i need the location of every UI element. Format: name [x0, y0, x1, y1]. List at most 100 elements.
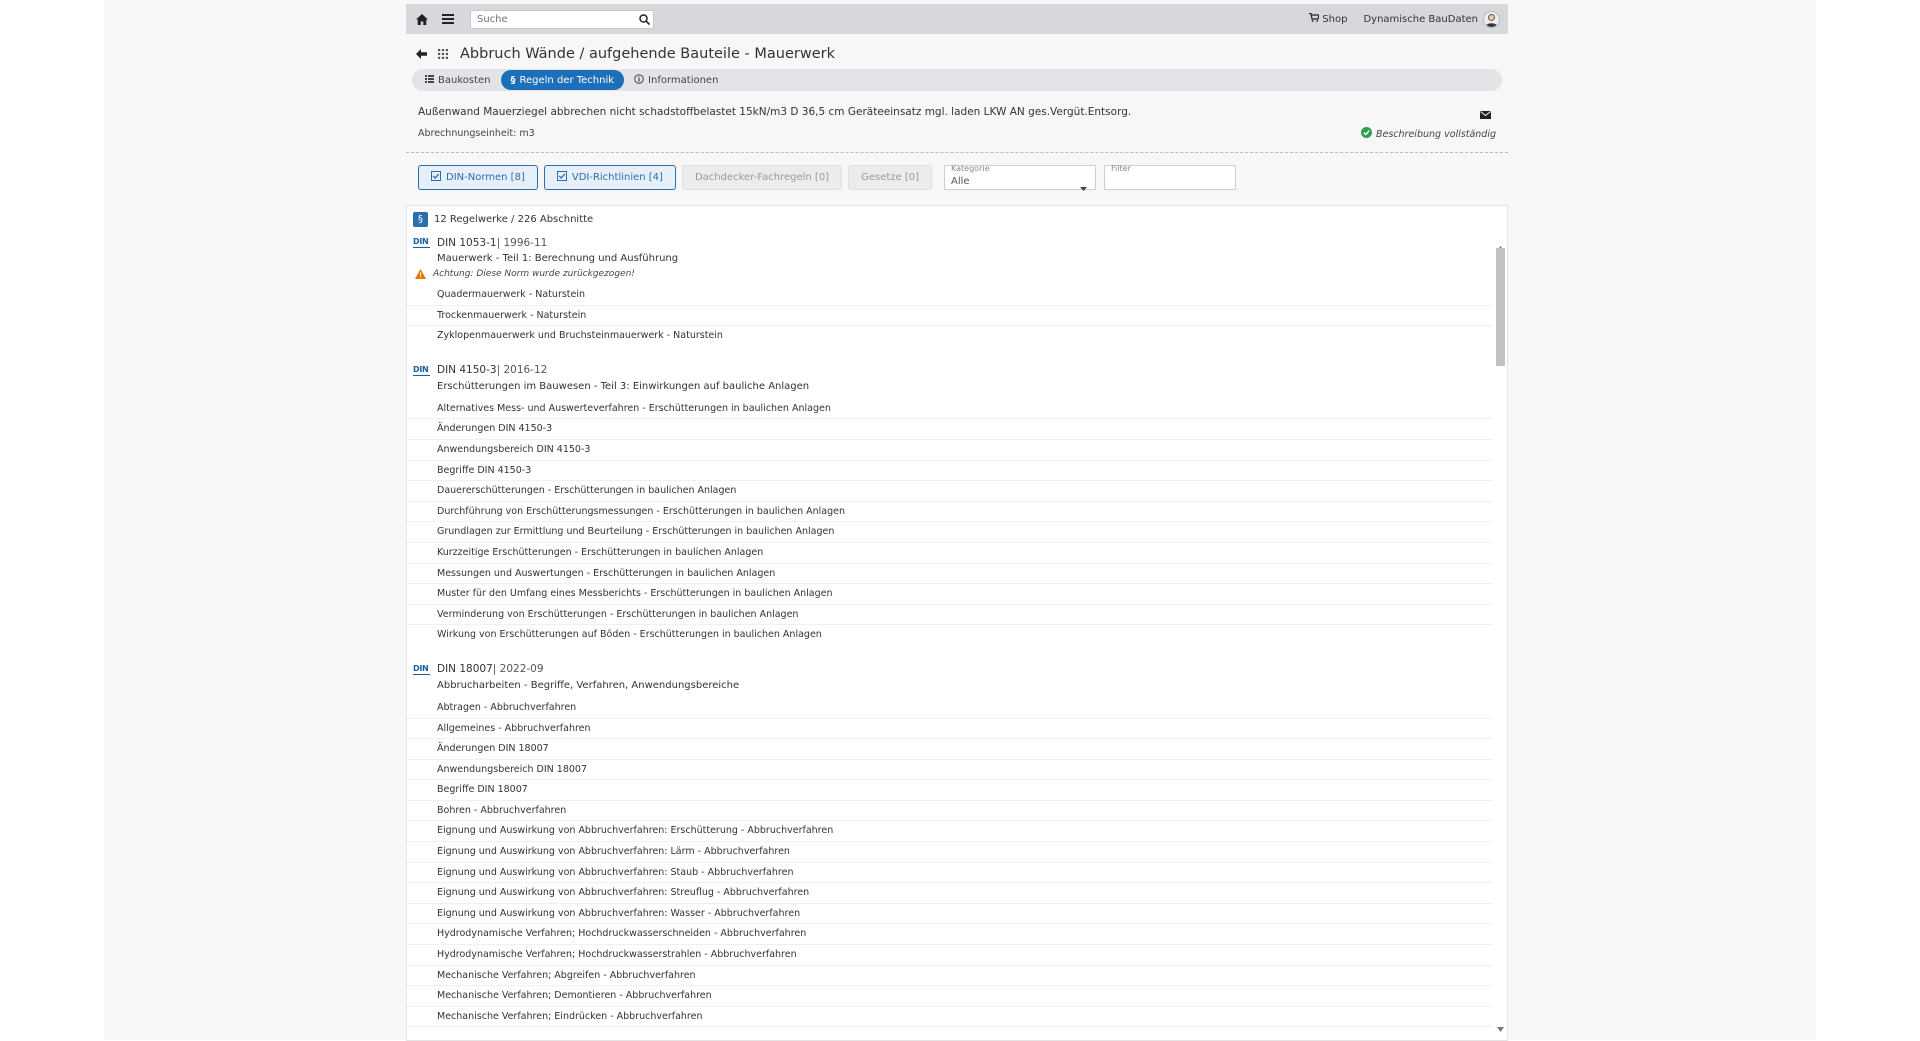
search-input[interactable] — [471, 10, 635, 28]
shop-label: Shop — [1322, 13, 1348, 25]
user-menu[interactable]: Dynamische BauDaten — [1363, 10, 1500, 28]
list-item[interactable]: Begriffe DIN 18007 — [407, 780, 1492, 801]
scrollbar-thumb[interactable] — [1496, 248, 1505, 366]
norm-warning: Achtung: Diese Norm wurde zurückgezogen! — [407, 267, 1492, 281]
back-arrow-icon[interactable] — [412, 49, 430, 59]
home-icon[interactable] — [412, 9, 432, 29]
norm-items: Quadermauerwerk - Naturstein Trockenmaue… — [407, 285, 1492, 347]
list-item[interactable]: Anwendungsbereich DIN 18007 — [407, 760, 1492, 781]
din-logo-icon: DIN — [413, 237, 430, 248]
list-item[interactable]: Mechanische Verfahren; Demontieren - Abb… — [407, 986, 1492, 1007]
search-icon[interactable] — [635, 13, 653, 25]
app-container: Shop Dynamische BauDaten Abbruch Wände /… — [406, 4, 1508, 1041]
nav-right: Shop Dynamische BauDaten — [1309, 10, 1508, 28]
shop-link[interactable]: Shop — [1309, 12, 1348, 25]
list-item[interactable]: Mechanische Verfahren; Abgreifen - Abbru… — [407, 966, 1492, 987]
norm-entry: DIN DIN 18007 | 2022-09 Abbrucharbeiten … — [407, 661, 1492, 1028]
tab-bar: Baukosten § Regeln der Technik Informati… — [412, 69, 1502, 91]
results-summary-label: 12 Regelwerke / 226 Abschnitte — [434, 214, 594, 225]
vdi-richtlinien-label: VDI-Richtlinien [4] — [571, 172, 663, 183]
list-item[interactable]: Eignung und Auswirkung von Abbruchverfah… — [407, 904, 1492, 925]
norm-header[interactable]: DIN DIN 18007 | 2022-09 — [407, 661, 1492, 678]
paragraph-badge-icon: § — [413, 212, 428, 227]
list-item[interactable]: Wirkung von Erschütterungen auf Böden - … — [407, 625, 1492, 646]
list-item[interactable]: Trockenmauerwerk - Naturstein — [407, 306, 1492, 327]
list-item[interactable]: Eignung und Auswirkung von Abbruchverfah… — [407, 842, 1492, 863]
vdi-richtlinien-toggle[interactable]: VDI-Richtlinien [4] — [543, 165, 676, 190]
avatar — [1483, 10, 1500, 28]
list-item[interactable]: Änderungen DIN 4150-3 — [407, 419, 1492, 440]
norm-list: DIN DIN 1053-1 | 1996-11 Mauerwerk - Tei… — [407, 234, 1492, 1028]
billing-unit: Abrechnungseinheit: m3 — [418, 128, 535, 139]
info-icon — [634, 73, 644, 87]
item-description: Außenwand Mauerziegel abbrechen nicht sc… — [418, 106, 1132, 118]
title-bar: Abbruch Wände / aufgehende Bauteile - Ma… — [406, 42, 835, 66]
mail-icon[interactable] — [1480, 104, 1491, 123]
norm-items: Abtragen - Abbruchverfahren Allgemeines … — [407, 698, 1492, 1028]
din-normen-toggle[interactable]: DIN-Normen [8] — [418, 165, 538, 190]
grid-icon[interactable] — [434, 49, 452, 59]
scrollbar[interactable] — [1495, 236, 1505, 1036]
norm-warning-text: Achtung: Diese Norm wurde zurückgezogen! — [433, 269, 635, 279]
tab-regeln-label: Regeln der Technik — [519, 74, 615, 86]
filter-bar: DIN-Normen [8] VDI-Richtlinien [4] Dachd… — [418, 161, 1237, 193]
list-item[interactable]: Eignung und Auswirkung von Abbruchverfah… — [407, 883, 1492, 904]
norm-header[interactable]: DIN DIN 4150-3 | 2016-12 — [407, 362, 1492, 379]
list-item[interactable]: Bohren - Abbruchverfahren — [407, 801, 1492, 822]
list-item[interactable]: Verminderung von Erschütterungen - Ersch… — [407, 605, 1492, 626]
list-item[interactable]: Eignung und Auswirkung von Abbruchverfah… — [407, 821, 1492, 843]
search-box — [470, 9, 654, 29]
norm-entry: DIN DIN 4150-3 | 2016-12 Erschütterungen… — [407, 362, 1492, 646]
list-item[interactable]: Anwendungsbereich DIN 4150-3 — [407, 440, 1492, 461]
scroll-down-icon[interactable] — [1497, 1017, 1504, 1036]
list-item[interactable]: Hydrodynamische Verfahren; Hochdruckwass… — [407, 924, 1492, 946]
norm-entry: DIN DIN 1053-1 | 1996-11 Mauerwerk - Tei… — [407, 234, 1492, 347]
norm-header[interactable]: DIN DIN 1053-1 | 1996-11 — [407, 234, 1492, 251]
kategorie-value: Alle — [951, 176, 970, 187]
norm-items: Alternatives Mess- und Auswerteverfahren… — [407, 399, 1492, 646]
norm-date: | 1996-11 — [496, 236, 548, 249]
warning-triangle-icon — [415, 269, 426, 279]
gesetze-toggle[interactable]: Gesetze [0] — [848, 165, 933, 190]
filter-input[interactable]: Filter — [1104, 164, 1237, 190]
list-item[interactable]: Dauererschütterungen - Erschütterungen i… — [407, 481, 1492, 502]
list-item[interactable]: Muster für den Umfang eines Messberichts… — [407, 584, 1492, 605]
list-item[interactable]: Abtragen - Abbruchverfahren — [407, 698, 1492, 719]
list-item[interactable]: Hydrodynamische Verfahren; Hochdruckwass… — [407, 945, 1492, 966]
kategorie-select[interactable]: Kategorie Alle — [944, 164, 1097, 191]
checkbox-checked-icon — [556, 171, 567, 184]
din-logo-icon: DIN — [413, 364, 430, 376]
list-item[interactable]: Durchführung von Erschütterungsmessungen… — [407, 502, 1492, 523]
norm-title: Abbrucharbeiten - Begriffe, Verfahren, A… — [437, 679, 740, 691]
user-label: Dynamische BauDaten — [1363, 13, 1478, 25]
tab-informationen[interactable]: Informationen — [624, 70, 728, 90]
filter-label: Filter — [1111, 164, 1131, 173]
tab-regeln-der-technik[interactable]: § Regeln der Technik — [500, 70, 625, 90]
menu-icon[interactable] — [438, 9, 458, 29]
description-status: Beschreibung vollständig — [1361, 127, 1496, 141]
norm-date: | 2016-12 — [496, 364, 548, 377]
dachdecker-fachregeln-toggle[interactable]: Dachdecker-Fachregeln [0] — [681, 165, 843, 190]
tab-informationen-label: Informationen — [648, 74, 719, 86]
list-item[interactable]: Zyklopenmauerwerk und Bruchsteinmauerwer… — [407, 326, 1492, 347]
list-item[interactable]: Begriffe DIN 4150-3 — [407, 461, 1492, 482]
cart-icon — [1309, 12, 1321, 25]
list-item[interactable]: Alternatives Mess- und Auswerteverfahren… — [407, 399, 1492, 420]
checkbox-checked-icon — [431, 171, 441, 184]
list-item[interactable]: Allgemeines - Abbruchverfahren — [407, 719, 1492, 740]
list-item[interactable]: Grundlagen zur Ermittlung und Beurteilun… — [407, 522, 1492, 543]
list-item[interactable]: Messungen und Auswertungen - Erschütteru… — [407, 564, 1492, 585]
paragraph-icon: § — [510, 74, 516, 86]
list-item[interactable]: Mechanische Verfahren; Eindrücken - Abbr… — [407, 1007, 1492, 1028]
list-item[interactable]: Quadermauerwerk - Naturstein — [407, 285, 1492, 306]
caret-down-icon — [1080, 176, 1088, 195]
tab-baukosten[interactable]: Baukosten — [415, 70, 501, 90]
check-circle-icon — [1361, 127, 1372, 141]
norm-title: Mauerwerk - Teil 1: Berechnung und Ausfü… — [437, 253, 679, 264]
divider — [406, 152, 1508, 153]
norm-code: DIN 4150-3 — [437, 364, 497, 377]
list-item[interactable]: Kurzzeitige Erschütterungen - Erschütter… — [407, 543, 1492, 564]
list-item[interactable]: Eignung und Auswirkung von Abbruchverfah… — [407, 863, 1492, 884]
list-item[interactable]: Änderungen DIN 18007 — [407, 739, 1492, 760]
description-status-label: Beschreibung vollständig — [1376, 128, 1496, 140]
